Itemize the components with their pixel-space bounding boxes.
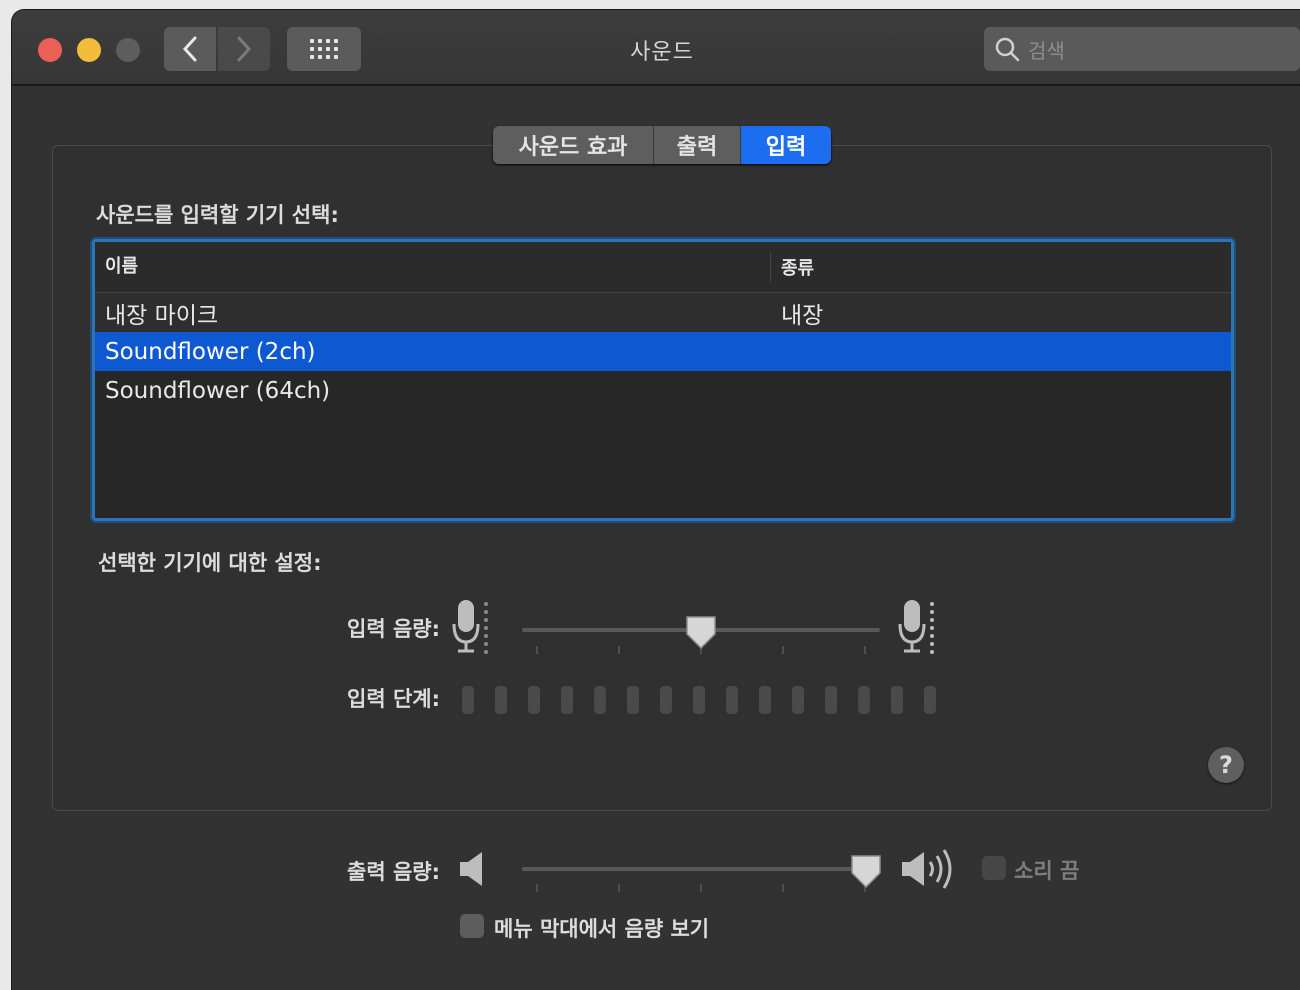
- settings-section-label: 선택한 기기에 대한 설정:: [98, 551, 322, 575]
- level-segment: [594, 686, 606, 714]
- slider-tick: [782, 646, 784, 654]
- slider-thumb[interactable]: [849, 853, 883, 889]
- tab-input[interactable]: 입력: [741, 126, 831, 164]
- device-type: 내장: [781, 302, 824, 329]
- mute-checkbox[interactable]: [982, 856, 1006, 880]
- level-segment: [726, 686, 738, 714]
- slider-tick: [782, 884, 784, 892]
- input-level-label: 입력 단계:: [347, 687, 440, 711]
- level-segment: [660, 686, 672, 714]
- device-section-label: 사운드를 입력할 기기 선택:: [96, 203, 339, 227]
- level-segment: [858, 686, 870, 714]
- level-segment: [627, 686, 639, 714]
- search-placeholder: 검색: [1028, 38, 1065, 63]
- slider-tick: [864, 646, 866, 654]
- level-segment: [924, 686, 936, 714]
- slider-tick: [618, 884, 620, 892]
- output-volume-label: 출력 음량:: [347, 860, 440, 884]
- level-segment: [792, 686, 804, 714]
- level-segment: [561, 686, 573, 714]
- tab-bar: 사운드 효과 출력 입력: [493, 126, 831, 164]
- device-name: Soundflower (64ch): [105, 377, 331, 404]
- question-mark-icon: ?: [1219, 751, 1233, 779]
- title-bar: 사운드 검색: [12, 10, 1300, 86]
- mute-label: 소리 끔: [1014, 859, 1080, 883]
- level-segment: [495, 686, 507, 714]
- device-name: 내장 마이크: [105, 302, 219, 329]
- table-header: 이름 종류: [95, 242, 1231, 293]
- search-field[interactable]: 검색: [984, 27, 1300, 71]
- level-segment: [891, 686, 903, 714]
- table-row[interactable]: 내장 마이크 내장: [95, 293, 1231, 332]
- column-header-type[interactable]: 종류: [771, 254, 814, 280]
- tab-sound-effects[interactable]: 사운드 효과: [493, 126, 654, 164]
- slider-tick: [536, 646, 538, 654]
- show-volume-in-menubar-checkbox[interactable]: [460, 914, 484, 938]
- level-segment: [462, 686, 474, 714]
- slider-track: [522, 867, 880, 871]
- level-segment: [528, 686, 540, 714]
- level-segment: [825, 686, 837, 714]
- input-device-table[interactable]: 이름 종류 내장 마이크 내장 Soundflower (2ch) Soundf…: [92, 239, 1234, 521]
- speaker-low-icon: [460, 852, 482, 886]
- search-icon: [995, 37, 1020, 62]
- level-segment: [693, 686, 705, 714]
- input-volume-label: 입력 음량:: [347, 617, 440, 641]
- sound-preferences-window: 사운드 검색 사운드 효과 출력 입력 사운드를 입력할 기기 선택: 이름 종…: [12, 10, 1300, 990]
- table-row-selected[interactable]: Soundflower (2ch): [95, 332, 1231, 371]
- microphone-high-icon: [898, 600, 934, 654]
- show-volume-in-menubar-label: 메뉴 막대에서 음량 보기: [494, 917, 710, 941]
- table-row[interactable]: Soundflower (64ch): [95, 371, 1231, 410]
- slider-tick: [536, 884, 538, 892]
- help-button[interactable]: ?: [1208, 747, 1244, 783]
- speaker-high-icon: [902, 849, 952, 889]
- column-header-name[interactable]: 이름: [95, 252, 771, 282]
- microphone-low-icon: [452, 600, 488, 654]
- slider-thumb[interactable]: [684, 614, 718, 650]
- level-segment: [759, 686, 771, 714]
- device-name: Soundflower (2ch): [105, 338, 316, 365]
- slider-tick: [618, 646, 620, 654]
- tab-output[interactable]: 출력: [654, 126, 741, 164]
- slider-tick: [700, 884, 702, 892]
